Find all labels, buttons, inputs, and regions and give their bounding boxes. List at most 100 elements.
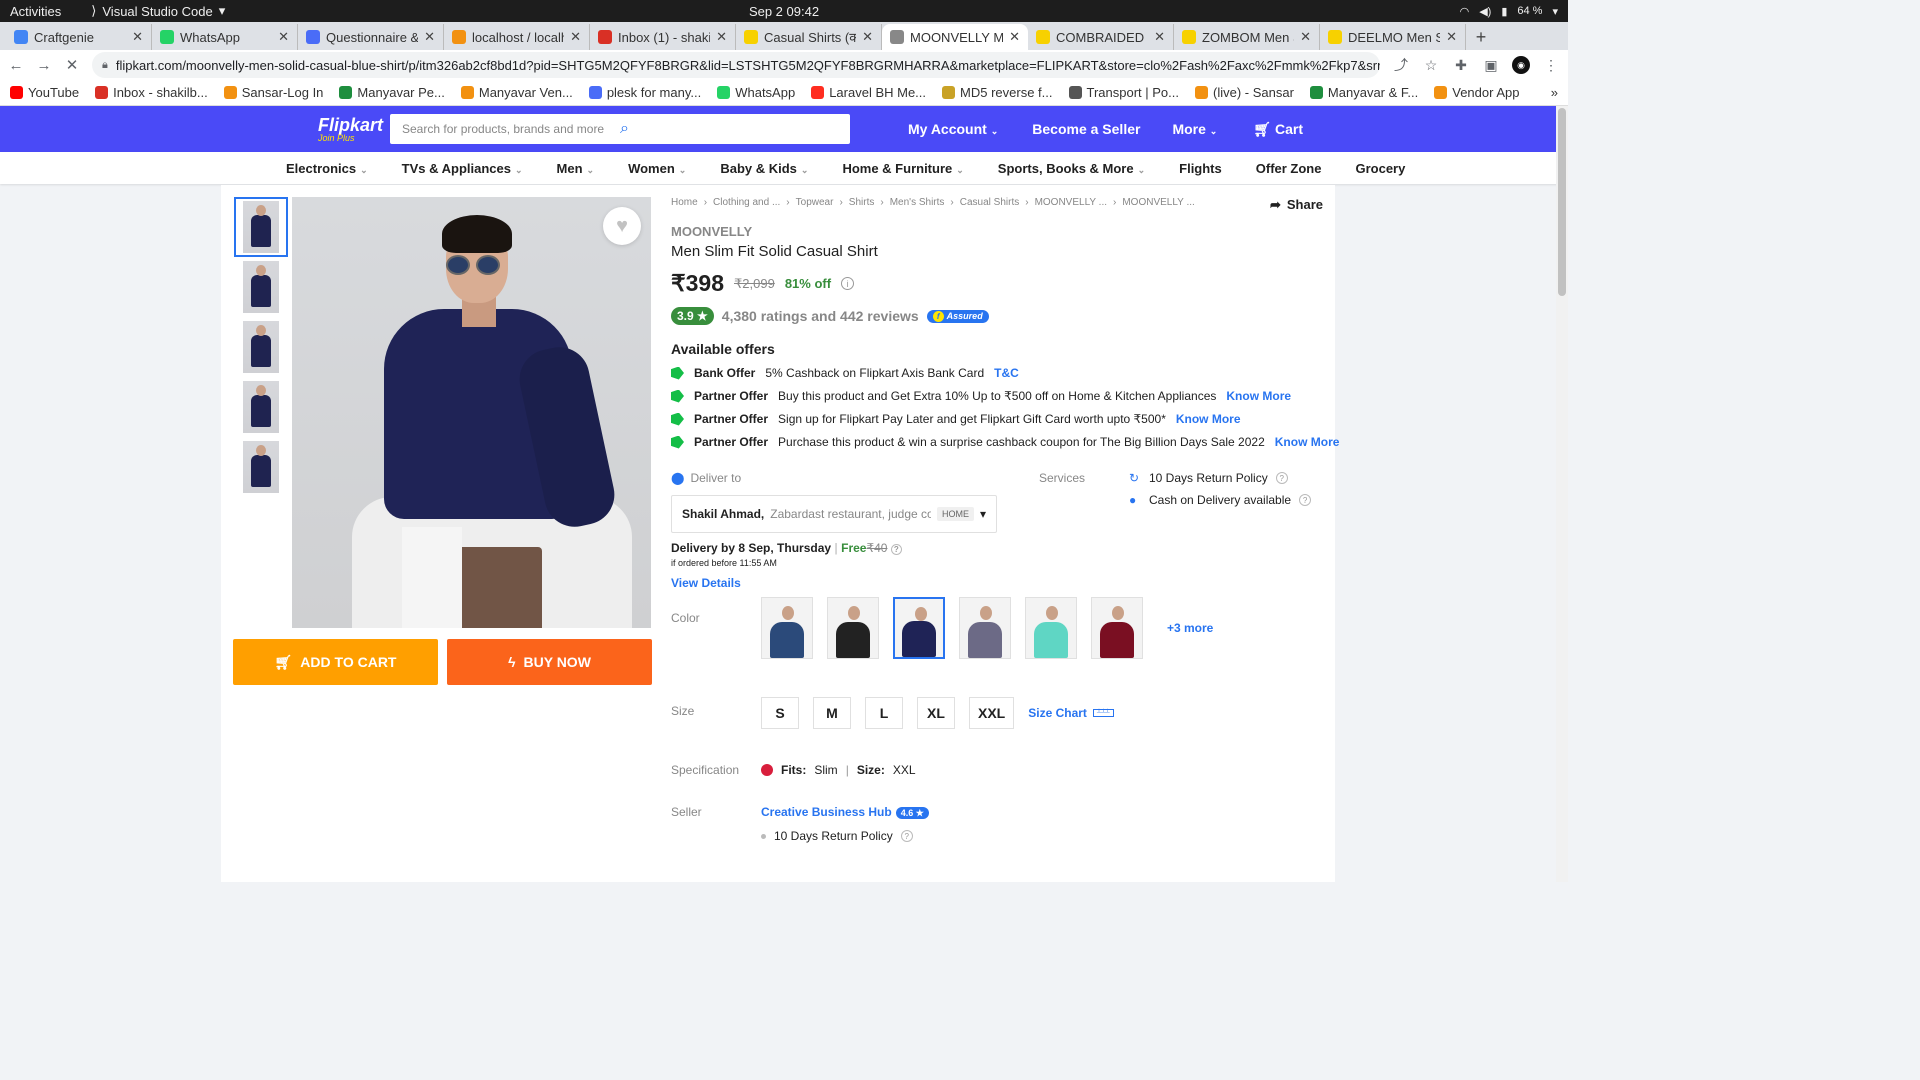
offer-link[interactable]: T&C (994, 366, 1019, 380)
browser-tab[interactable]: DEELMO Men Se ✕ (1320, 24, 1466, 50)
bookmark-item[interactable]: Inbox - shakilb... (95, 85, 208, 100)
help-icon[interactable]: ? (1275, 472, 1288, 484)
bookmark-star-icon[interactable]: ☆ (1422, 57, 1440, 74)
close-icon[interactable]: ✕ (1009, 29, 1020, 45)
thumbnail[interactable] (234, 197, 288, 257)
category-item[interactable]: Offer Zone (1256, 161, 1322, 176)
color-swatch[interactable] (827, 597, 879, 659)
thumbnail[interactable] (234, 377, 288, 437)
forward-icon[interactable]: → (36, 57, 52, 74)
lock-icon[interactable]: 🔒︎ (102, 59, 108, 72)
add-to-cart-button[interactable]: 🛒︎ ADD TO CART (233, 639, 438, 685)
browser-tab[interactable]: Craftgenie ✕ (6, 24, 152, 50)
breadcrumb-item[interactable]: MOONVELLY ... (1122, 197, 1194, 208)
bookmark-item[interactable]: plesk for many... (588, 85, 701, 100)
bookmark-item[interactable]: WhatsApp (717, 85, 795, 100)
page-scrollbar[interactable] (1556, 106, 1568, 882)
clock[interactable]: Sep 2 09:42 (749, 4, 819, 19)
thumbnail[interactable] (234, 437, 288, 497)
wishlist-heart-icon[interactable]: ♥ (603, 207, 641, 245)
category-item[interactable]: TVs & Appliances ⌄ (402, 161, 523, 176)
bookmark-item[interactable]: Vendor App (1434, 85, 1519, 100)
search-input[interactable]: Search for products, brands and more ⌕ (390, 114, 850, 144)
menu-kebab-icon[interactable]: ⋮ (1542, 57, 1560, 74)
size-option[interactable]: XXL (969, 697, 1015, 729)
close-icon[interactable]: ✕ (570, 29, 581, 45)
browser-tab[interactable]: COMBRAIDED M ✕ (1028, 24, 1174, 50)
extensions-icon[interactable]: ✚ (1452, 57, 1470, 74)
seller-name-link[interactable]: Creative Business Hub (761, 805, 892, 819)
browser-tab[interactable]: WhatsApp ✕ (152, 24, 298, 50)
browser-tab[interactable]: ZOMBOM Men S ✕ (1174, 24, 1320, 50)
breadcrumb-item[interactable]: Casual Shirts (960, 197, 1019, 208)
close-icon[interactable]: ✕ (424, 29, 435, 45)
my-account-menu[interactable]: My Account ⌄ (908, 121, 998, 137)
more-colors-link[interactable]: +3 more (1167, 621, 1213, 635)
category-item[interactable]: Home & Furniture ⌄ (842, 161, 963, 176)
more-menu[interactable]: More ⌄ (1172, 121, 1217, 137)
profile-avatar[interactable]: ◉ (1512, 56, 1530, 74)
bookmark-item[interactable]: Manyavar & F... (1309, 85, 1418, 100)
close-icon[interactable]: ✕ (1154, 29, 1165, 45)
thumbnail[interactable] (234, 257, 288, 317)
color-swatch[interactable] (1091, 597, 1143, 659)
category-item[interactable]: Electronics ⌄ (286, 161, 368, 176)
close-icon[interactable]: ✕ (278, 29, 289, 45)
bookmarks-overflow-icon[interactable]: » (1551, 85, 1558, 100)
close-icon[interactable]: ✕ (1300, 29, 1311, 45)
size-option[interactable]: XL (917, 697, 955, 729)
system-tray[interactable]: ◠ ◀) ▮ 64 % ▾ (1460, 5, 1558, 18)
size-option[interactable]: S (761, 697, 799, 729)
category-item[interactable]: Grocery (1355, 161, 1405, 176)
breadcrumb-item[interactable]: Clothing and ... (713, 197, 780, 208)
size-chart-link[interactable]: Size Chart ┴┴┴ (1028, 706, 1114, 720)
become-seller-link[interactable]: Become a Seller (1032, 121, 1140, 137)
breadcrumb-item[interactable]: Shirts (849, 197, 875, 208)
category-item[interactable]: Sports, Books & More ⌄ (998, 161, 1145, 176)
new-tab-icon[interactable]: + (1466, 24, 1496, 50)
flipkart-logo[interactable]: Flipkart Join Plus (318, 116, 390, 143)
breadcrumb-item[interactable]: Home (671, 197, 698, 208)
category-item[interactable]: Baby & Kids ⌄ (720, 161, 808, 176)
view-details-link[interactable]: View Details (671, 576, 1331, 590)
offer-link[interactable]: Know More (1226, 389, 1291, 403)
bookmark-item[interactable]: YouTube (10, 85, 79, 100)
address-bar[interactable]: 🔒︎ flipkart.com/moonvelly-men-solid-casu… (92, 52, 1380, 78)
help-icon[interactable]: ? (890, 544, 902, 555)
close-icon[interactable]: ✕ (862, 29, 873, 45)
rating-count[interactable]: 4,380 ratings and 442 reviews (722, 308, 919, 324)
cart-link[interactable]: 🛒︎ Cart (1253, 121, 1303, 138)
buy-now-button[interactable]: ϟ BUY NOW (447, 639, 652, 685)
bookmark-item[interactable]: Sansar-Log In (223, 85, 323, 100)
color-swatch[interactable] (761, 597, 813, 659)
close-icon[interactable]: ✕ (1446, 29, 1457, 45)
close-icon[interactable]: ✕ (132, 29, 143, 45)
thumbnail[interactable] (234, 317, 288, 377)
browser-tab[interactable]: MOONVELLY Me ✕ (882, 24, 1028, 50)
browser-tab[interactable]: localhost / localh ✕ (444, 24, 590, 50)
category-item[interactable]: Women ⌄ (628, 161, 686, 176)
color-swatch[interactable] (893, 597, 945, 659)
browser-tab[interactable]: Casual Shirts (क ✕ (736, 24, 882, 50)
close-icon[interactable]: ✕ (716, 29, 727, 45)
stop-icon[interactable]: ✕ (64, 56, 80, 74)
side-panel-icon[interactable]: ▣ (1482, 57, 1500, 74)
search-icon[interactable]: ⌕ (620, 120, 838, 138)
activities-button[interactable]: Activities (10, 4, 61, 19)
bookmark-item[interactable]: Transport | Po... (1068, 85, 1179, 100)
breadcrumb-item[interactable]: Topwear (796, 197, 834, 208)
address-selector[interactable]: Shakil Ahmad, Zabardast restaurant, judg… (671, 495, 997, 533)
info-icon[interactable]: i (841, 277, 855, 290)
breadcrumb-item[interactable]: Men's Shirts (890, 197, 945, 208)
main-product-image[interactable]: ♥ (292, 197, 651, 628)
share-button[interactable]: ➦ Share (1270, 197, 1323, 213)
category-item[interactable]: Flights (1179, 161, 1222, 176)
bookmark-item[interactable]: Laravel BH Me... (811, 85, 926, 100)
bookmark-item[interactable]: Manyavar Pe... (339, 85, 445, 100)
color-swatch[interactable] (959, 597, 1011, 659)
scrollbar-thumb[interactable] (1558, 108, 1566, 296)
size-option[interactable]: M (813, 697, 851, 729)
bookmark-item[interactable]: MD5 reverse f... (942, 85, 1053, 100)
breadcrumb-item[interactable]: MOONVELLY ... (1035, 197, 1107, 208)
offer-link[interactable]: Know More (1275, 435, 1340, 449)
